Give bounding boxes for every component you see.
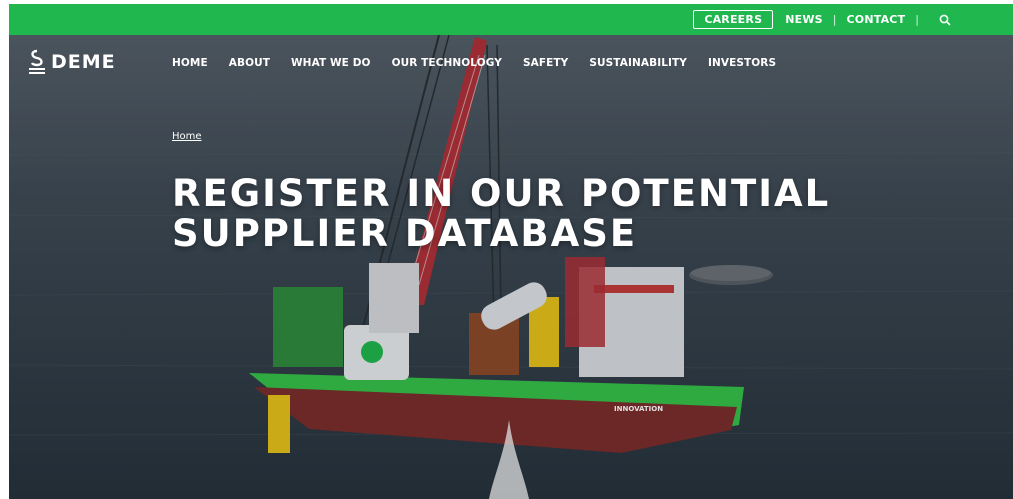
deme-logo[interactable]: DEME (27, 49, 116, 75)
search-icon[interactable] (939, 14, 951, 26)
logo-icon (29, 49, 45, 74)
logo-text: DEME (51, 51, 116, 73)
page: CAREERS NEWS | CONTACT | INNOVATION DEME… (9, 4, 1013, 499)
hero-banner: INNOVATION DEME HOME ABOUT WHAT WE DO OU… (9, 35, 1013, 499)
nav-item-sustainability[interactable]: SUSTAINABILITY (589, 57, 687, 69)
nav-item-home[interactable]: HOME (172, 57, 208, 69)
nav-item-our-technology[interactable]: OUR TECHNOLOGY (392, 57, 502, 69)
page-title-line-2: SUPPLIER DATABASE (172, 212, 638, 255)
nav-item-what-we-do[interactable]: WHAT WE DO (291, 57, 371, 69)
contact-link[interactable]: CONTACT (847, 13, 906, 26)
hero-image: INNOVATION (9, 35, 1013, 499)
divider: | (915, 13, 919, 26)
news-link[interactable]: NEWS (785, 13, 823, 26)
breadcrumb-home[interactable]: Home (172, 131, 202, 142)
main-nav: HOME ABOUT WHAT WE DO OUR TECHNOLOGY SAF… (172, 57, 797, 69)
divider: | (832, 13, 837, 26)
nav-item-investors[interactable]: INVESTORS (708, 57, 776, 69)
nav-item-about[interactable]: ABOUT (229, 57, 270, 69)
nav-item-safety[interactable]: SAFETY (523, 57, 568, 69)
careers-link[interactable]: CAREERS (693, 10, 774, 29)
page-title-line-1: REGISTER IN OUR POTENTIAL (172, 172, 831, 215)
page-title: REGISTER IN OUR POTENTIAL SUPPLIER DATAB… (172, 174, 830, 254)
utility-bar: CAREERS NEWS | CONTACT | (9, 4, 1013, 35)
